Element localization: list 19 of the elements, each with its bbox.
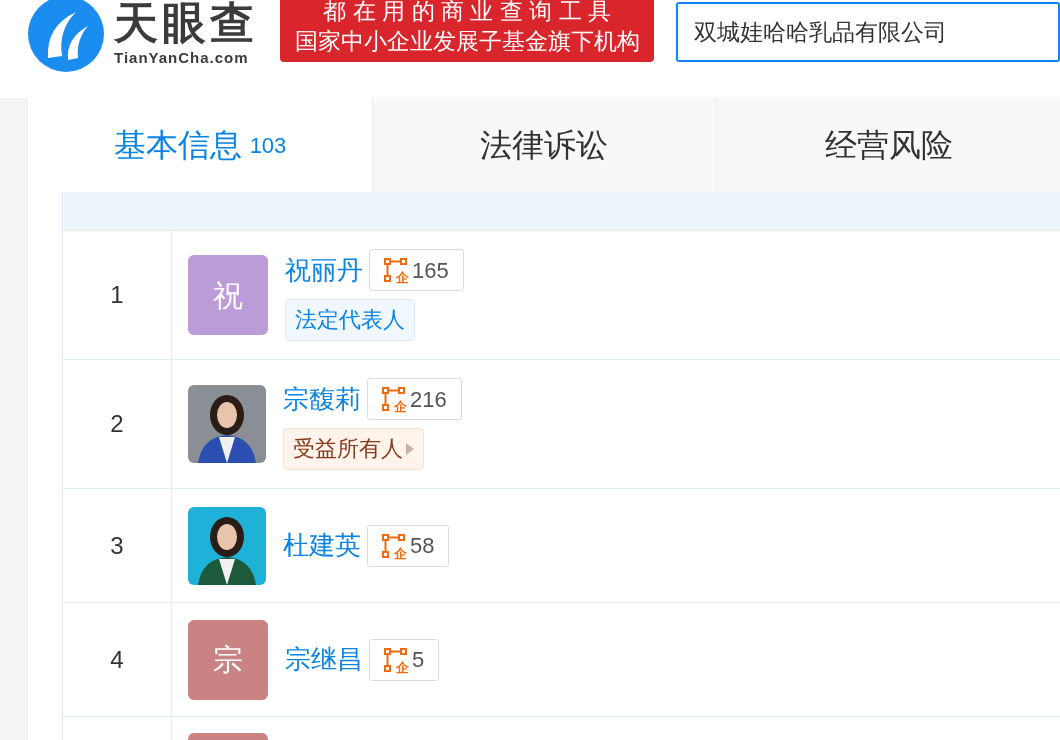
row-index: 4	[110, 644, 124, 675]
role-tag: 法定代表人	[285, 299, 415, 341]
person-name[interactable]: 杜建英	[283, 526, 361, 565]
search-field[interactable]: 双城娃哈哈乳品有限公司	[676, 2, 1060, 62]
logo-domain: TianYanCha.com	[114, 47, 250, 68]
role-tag[interactable]: 受益所有人	[283, 428, 424, 470]
person-name[interactable]: 宗馥莉	[283, 379, 361, 419]
caret-icon	[406, 443, 414, 455]
banner-slogan: 都 在 用 的 商 业 查 询 工 具	[323, 0, 611, 26]
row-index: 1	[110, 280, 124, 310]
row-index: 3	[110, 530, 124, 561]
avatar: 祝	[188, 255, 268, 335]
tab[interactable]: 基本信息 103	[28, 98, 372, 192]
logo-title: 天眼查	[114, 0, 258, 47]
person-name[interactable]: 祝丽丹	[285, 250, 363, 290]
banner-subtitle: 国家中小企业发展子基金旗下机构	[294, 27, 640, 56]
row-index: 2	[110, 409, 124, 439]
avatar: 宗	[188, 619, 268, 700]
person-name[interactable]: 宗继昌	[285, 640, 363, 679]
